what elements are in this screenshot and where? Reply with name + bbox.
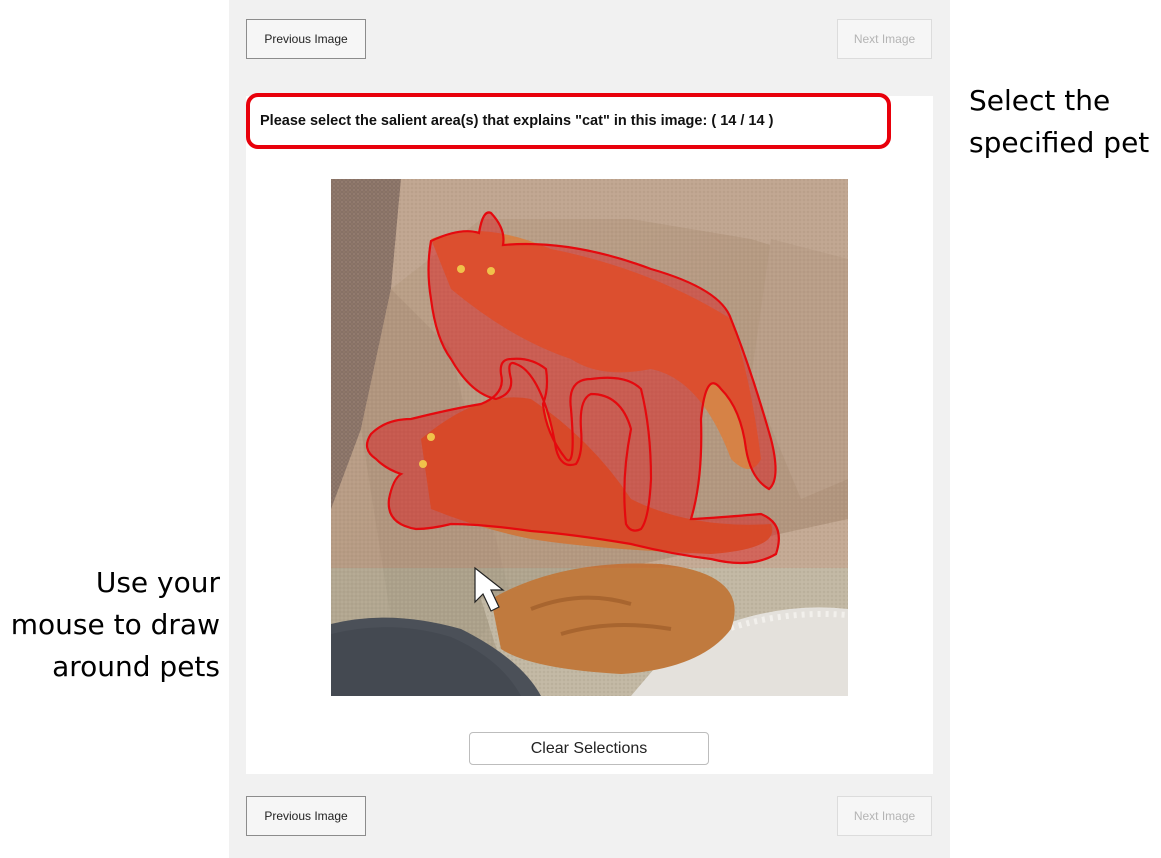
annotation-line: Use your bbox=[95, 566, 220, 599]
annotation-line: mouse to draw bbox=[10, 608, 220, 641]
previous-image-button-top[interactable]: Previous Image bbox=[246, 19, 366, 59]
next-image-button-bottom[interactable]: Next Image bbox=[837, 796, 932, 836]
instruction-draw-annotation: Use your mouse to draw around pets bbox=[0, 562, 220, 688]
cat-photo-canvas[interactable] bbox=[331, 179, 848, 696]
selection-overlay bbox=[331, 179, 848, 568]
task-prompt-text: Please select the salient area(s) that e… bbox=[260, 113, 774, 129]
instruction-select-annotation: Select the specified pet bbox=[969, 80, 1161, 164]
task-prompt: Please select the salient area(s) that e… bbox=[246, 93, 891, 149]
clear-selections-button[interactable]: Clear Selections bbox=[469, 732, 709, 765]
next-image-button-top[interactable]: Next Image bbox=[837, 19, 932, 59]
annotation-line: around pets bbox=[52, 650, 220, 683]
annotation-line: specified pet bbox=[969, 126, 1150, 159]
previous-image-button-bottom[interactable]: Previous Image bbox=[246, 796, 366, 836]
annotation-line: Select the bbox=[969, 84, 1111, 117]
